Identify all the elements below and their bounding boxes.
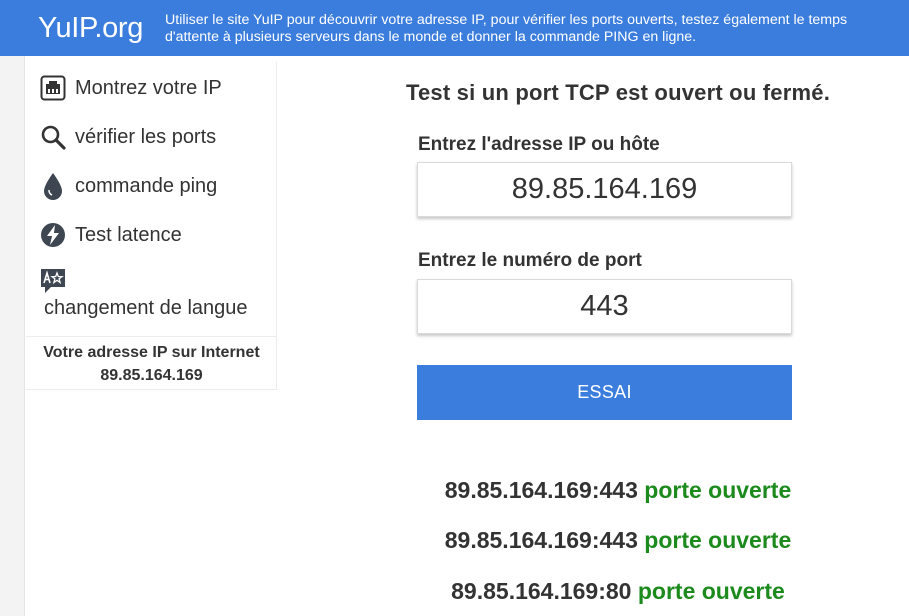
ip-box-value: 89.85.164.169 (100, 367, 203, 384)
result-address: 89.85.164.169:443 (444, 527, 638, 553)
sidebar-item-label: commande ping (75, 174, 218, 197)
host-input[interactable] (417, 162, 792, 217)
result-status: porte ouverte (637, 578, 785, 604)
result-address: 89.85.164.169:80 (451, 578, 632, 604)
sidebar-item-label: Montrez votre IP (75, 76, 222, 99)
result-status: porte ouverte (644, 527, 792, 553)
left-gutter (0, 56, 25, 616)
sidebar: Montrez votre IP vérifier les ports comm… (26, 62, 277, 390)
sidebar-item-language[interactable]: changement de langue (39, 267, 269, 320)
test-button[interactable]: ESSAI (417, 365, 792, 420)
result-address: 89.85.164.169:443 (444, 477, 638, 503)
page-title: Test si un port TCP est ouvert ou fermé. (405, 80, 831, 105)
lightning-icon (39, 221, 67, 249)
sidebar-item-label: Test latence (75, 223, 182, 246)
port-input[interactable] (417, 279, 792, 334)
result-row: 89.85.164.169:443 porte ouverte (333, 527, 903, 554)
sidebar-item-check-ports[interactable]: vérifier les ports (39, 119, 216, 155)
result-row: 89.85.164.169:80 porte ouverte (333, 578, 903, 605)
sidebar-item-ping[interactable]: commande ping (39, 168, 217, 204)
top-header: YuIP.org Utiliser le site YuIP pour déco… (0, 0, 909, 56)
ip-box-title: Votre adresse IP sur Internet (43, 344, 260, 361)
translate-icon (39, 267, 67, 295)
sidebar-item-label: vérifier les ports (75, 125, 217, 148)
port-label: Entrez le numéro de port (418, 250, 642, 271)
host-label: Entrez l'adresse IP ou hôte (418, 134, 660, 155)
drop-icon (39, 172, 67, 200)
result-status: porte ouverte (644, 477, 792, 503)
site-logo[interactable]: YuIP.org (0, 12, 165, 45)
result-row: 89.85.164.169:443 porte ouverte (333, 477, 903, 504)
sidebar-item-label: changement de langue (44, 297, 248, 319)
sidebar-item-latency[interactable]: Test latence (39, 217, 182, 253)
search-icon (39, 123, 67, 151)
sidebar-item-show-ip[interactable]: Montrez votre IP (39, 70, 222, 106)
site-description: Utiliser le site YuIP pour découvrir vot… (165, 12, 848, 45)
ip-card-icon (39, 74, 67, 102)
ip-address-box: Votre adresse IP sur Internet 89.85.164.… (26, 336, 277, 390)
